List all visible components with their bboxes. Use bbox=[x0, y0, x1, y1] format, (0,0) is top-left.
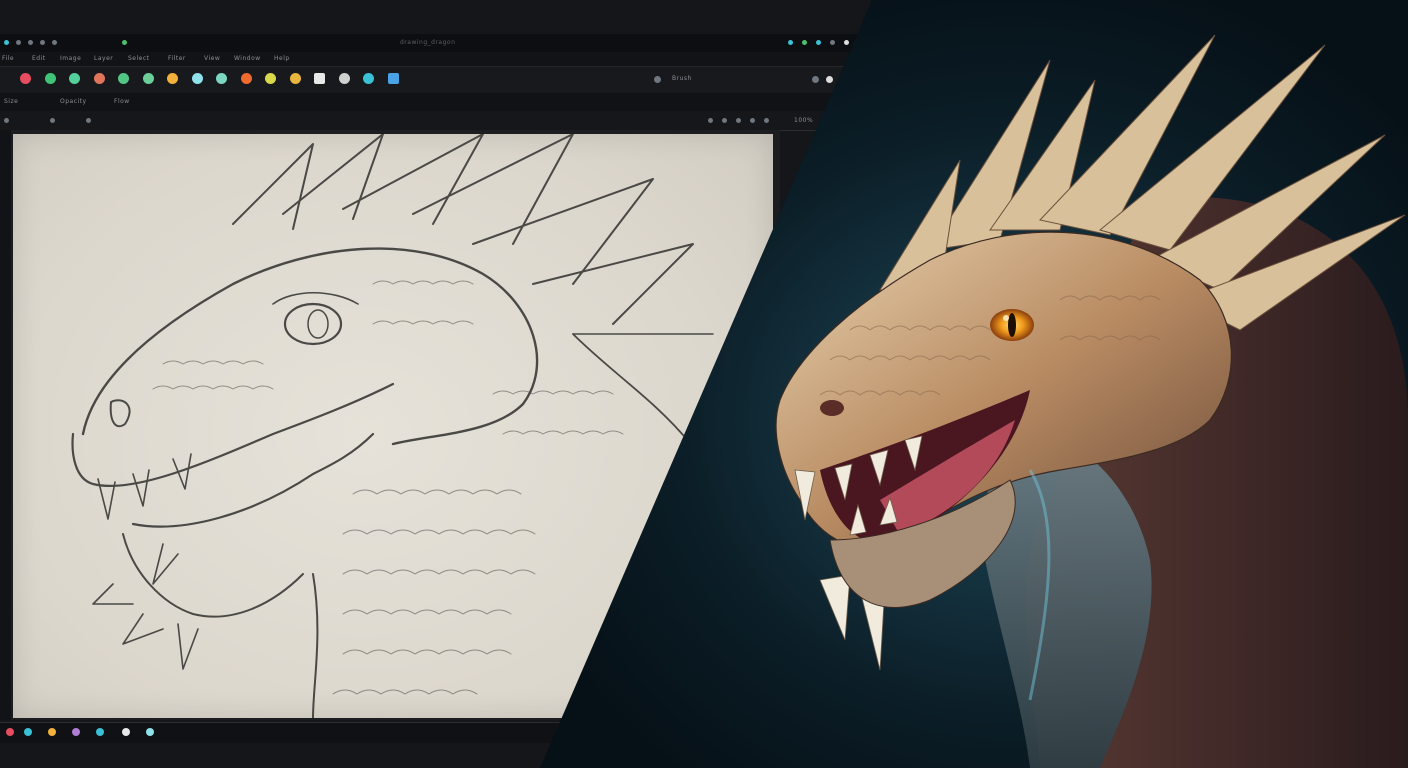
menu-item-edit[interactable]: Edit bbox=[32, 55, 46, 62]
ruler-icon[interactable] bbox=[86, 118, 91, 123]
options-bar: Size Opacity Flow bbox=[0, 93, 860, 111]
tool-preset-icon[interactable] bbox=[654, 76, 661, 83]
sync-icon[interactable] bbox=[122, 40, 127, 45]
file-icon[interactable] bbox=[16, 40, 21, 45]
flip-icon[interactable] bbox=[736, 118, 741, 123]
grid-icon[interactable] bbox=[50, 118, 55, 123]
select-tool-icon[interactable] bbox=[289, 73, 301, 84]
opacity-label: Opacity bbox=[60, 98, 87, 105]
tab-icon[interactable] bbox=[4, 118, 9, 123]
status-brush-icon[interactable] bbox=[72, 728, 80, 736]
layer-tool-icon[interactable] bbox=[387, 73, 399, 84]
app-menu-icon[interactable] bbox=[4, 40, 9, 45]
transform-tool-icon[interactable] bbox=[338, 73, 350, 84]
flow-label: Flow bbox=[114, 98, 130, 105]
status-layers-icon[interactable] bbox=[24, 728, 32, 736]
status-navigator-icon[interactable] bbox=[96, 728, 104, 736]
eraser-tool-icon[interactable] bbox=[191, 73, 203, 84]
minimize-icon[interactable] bbox=[788, 40, 793, 45]
rotate-icon[interactable] bbox=[722, 118, 727, 123]
status-info-icon[interactable] bbox=[146, 728, 154, 736]
menu-item-help[interactable]: Help bbox=[274, 55, 290, 62]
menu-item-filter[interactable]: Filter bbox=[168, 55, 186, 62]
menu-item-window[interactable]: Window bbox=[234, 55, 261, 62]
panel-toggle-icon[interactable] bbox=[812, 76, 819, 83]
settings-icon[interactable] bbox=[830, 40, 835, 45]
size-label: Size bbox=[4, 98, 19, 105]
menu-item-layer[interactable]: Layer bbox=[94, 55, 113, 62]
redo-icon[interactable] bbox=[52, 40, 57, 45]
picker-tool-icon[interactable] bbox=[265, 73, 276, 84]
view-icon[interactable] bbox=[708, 118, 713, 123]
menu-item-image[interactable]: Image bbox=[60, 55, 81, 62]
fullscreen-icon[interactable] bbox=[816, 40, 821, 45]
maximize-icon[interactable] bbox=[802, 40, 807, 45]
title-bar: drawing_dragon bbox=[0, 34, 860, 53]
left-toolstrip bbox=[0, 130, 11, 720]
brush-tool-icon[interactable] bbox=[20, 73, 31, 84]
menu-bar: File Edit Image Layer Select Filter View… bbox=[0, 52, 860, 66]
close-icon[interactable] bbox=[844, 40, 849, 45]
smudge-tool-icon[interactable] bbox=[142, 73, 154, 84]
marker-tool-icon[interactable] bbox=[93, 73, 105, 84]
menu-item-select[interactable]: Select bbox=[128, 55, 150, 62]
window-title: drawing_dragon bbox=[400, 39, 456, 46]
text-tool-icon[interactable] bbox=[363, 73, 374, 84]
tool-options-label: Brush bbox=[672, 75, 692, 82]
move-tool-icon[interactable] bbox=[314, 73, 325, 84]
tool-bar: Brush bbox=[0, 66, 860, 94]
hand-icon[interactable] bbox=[764, 118, 769, 123]
color-tool-icon[interactable] bbox=[240, 73, 252, 84]
document-tabs-bar: 100% bbox=[0, 112, 860, 131]
status-color-icon[interactable] bbox=[48, 728, 56, 736]
status-history-icon[interactable] bbox=[122, 728, 130, 736]
pen-tool-icon[interactable] bbox=[44, 73, 56, 84]
zoom-level: 100% bbox=[794, 117, 814, 124]
blend-tool-icon[interactable] bbox=[216, 73, 227, 84]
zoom-icon[interactable] bbox=[750, 118, 755, 123]
pencil-tool-icon[interactable] bbox=[69, 73, 80, 84]
undo-icon[interactable] bbox=[40, 40, 45, 45]
fill-tool-icon[interactable] bbox=[167, 73, 178, 84]
ink-tool-icon[interactable] bbox=[118, 73, 129, 84]
status-record-icon[interactable] bbox=[6, 728, 14, 736]
panel-close-icon[interactable] bbox=[826, 76, 833, 83]
save-icon[interactable] bbox=[28, 40, 33, 45]
menu-item-view[interactable]: View bbox=[204, 55, 220, 62]
menu-item-file[interactable]: File bbox=[2, 55, 14, 62]
